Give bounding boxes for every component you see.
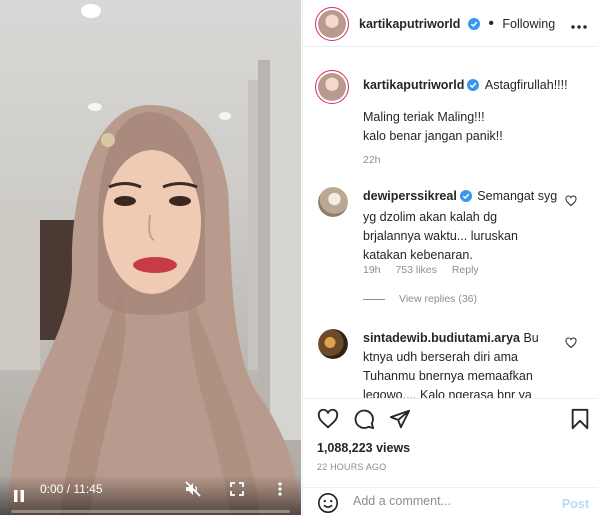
comment-line: katakan kebenaran. — [363, 248, 473, 262]
post-date: 22 HOURS AGO — [317, 462, 387, 472]
avatar[interactable] — [315, 7, 349, 41]
add-comment-bar: Post — [303, 487, 598, 515]
video-progress-bar[interactable] — [11, 510, 290, 513]
caption-time: 22h — [363, 154, 381, 166]
reply-button[interactable]: Reply — [452, 264, 479, 276]
comment-meta: 19h 753 likes Reply — [363, 264, 491, 276]
caption-body: Maling teriak Maling!!! kalo benar janga… — [363, 108, 503, 146]
comment-likes[interactable]: 753 likes — [395, 264, 436, 276]
comment-avatar[interactable] — [318, 329, 348, 359]
caption-username[interactable]: kartikaputriworld — [363, 78, 464, 92]
verified-badge-icon — [467, 17, 480, 35]
bookmark-icon[interactable] — [569, 408, 591, 430]
emoji-icon[interactable] — [317, 492, 339, 515]
video-frame — [0, 4, 301, 515]
view-replies-button[interactable]: View replies (36) — [363, 293, 477, 305]
replies-divider — [363, 298, 385, 300]
more-vertical-icon[interactable] — [270, 479, 290, 499]
post-panel: kartikaputriworld • Following kartikaput… — [302, 0, 598, 515]
caption-title: Astagfirullah!!!! — [484, 78, 568, 92]
comment-icon[interactable] — [353, 408, 375, 430]
comment-username[interactable]: dewiperssikreal — [363, 189, 457, 203]
comment-line: Semangat syg — [477, 189, 558, 203]
verified-badge-icon — [459, 189, 472, 208]
separator-dot: • — [488, 15, 494, 32]
muted-speaker-icon[interactable] — [183, 479, 203, 499]
pause-icon[interactable] — [10, 487, 28, 505]
comment-time: 19h — [363, 264, 381, 276]
comment-avatar[interactable] — [318, 187, 348, 217]
comment-line: brjalannya waktu... luruskan — [363, 229, 518, 243]
comment-input[interactable] — [353, 494, 543, 508]
video-player[interactable]: 0:00 / 11:45 — [0, 0, 301, 515]
more-horizontal-icon[interactable] — [571, 16, 587, 34]
comment-text: sintadewib.budiutami.arya Bu ktnya udh b… — [363, 329, 589, 398]
following-button[interactable]: Following — [502, 17, 555, 31]
fullscreen-icon[interactable] — [227, 479, 247, 499]
comment-line: yg dzolim akan kalah dg — [363, 210, 498, 224]
post-actions: 1,088,223 views 22 HOURS AGO Post — [303, 398, 598, 515]
header-username[interactable]: kartikaputriworld — [359, 17, 460, 31]
comment-username[interactable]: sintadewib.budiutami.arya — [363, 331, 520, 345]
comment-line: legowo.... Kalo ngerasa bnr ya — [363, 388, 532, 398]
like-comment-icon[interactable] — [565, 194, 577, 207]
views-count[interactable]: 1,088,223 views — [317, 441, 410, 455]
comments-section: kartikaputriworld Astagfirullah!!!! Mali… — [303, 48, 598, 398]
like-comment-icon[interactable] — [565, 336, 577, 349]
share-icon[interactable] — [389, 408, 411, 430]
comment-text: dewiperssikreal Semangat syg yg dzolim a… — [363, 187, 589, 265]
verified-badge-icon — [467, 78, 480, 97]
caption-line: Maling teriak Maling!!! — [363, 110, 485, 124]
heart-icon[interactable] — [317, 408, 339, 430]
post-header: kartikaputriworld • Following — [303, 0, 598, 47]
video-time: 0:00 / 11:45 — [40, 482, 103, 496]
comment-line: ktnya udh berserah diri ama — [363, 350, 518, 364]
comment-line: Tuhanmu bnernya memaafkan — [363, 369, 533, 383]
caption-line: kalo benar jangan panik!! — [363, 129, 503, 143]
caption-first-line: kartikaputriworld Astagfirullah!!!! — [363, 76, 568, 97]
caption-avatar[interactable] — [315, 70, 349, 104]
view-replies-label: View replies (36) — [399, 293, 478, 305]
post-button[interactable]: Post — [562, 497, 589, 511]
comment-line: Bu — [523, 331, 539, 345]
